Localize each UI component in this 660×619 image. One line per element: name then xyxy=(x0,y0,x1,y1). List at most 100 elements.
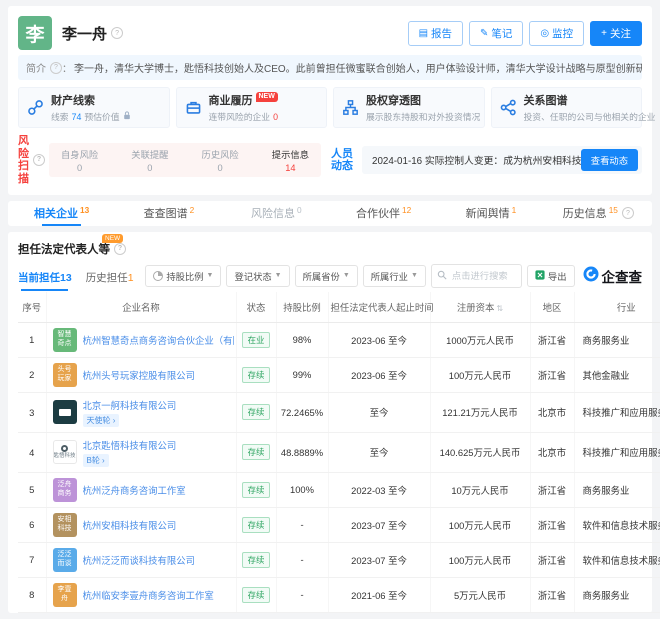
funding-round-tag[interactable]: 天使轮 › xyxy=(83,414,120,427)
section-help-icon[interactable]: ? xyxy=(114,243,126,255)
company-link[interactable]: 杭州临安李壹舟商务咨询工作室 xyxy=(83,588,214,602)
stat-card-商业履历[interactable]: 商业履历NEW连带风险的企业0 xyxy=(176,87,328,128)
cell-industry: 商务服务业 xyxy=(574,322,660,357)
logo-mark xyxy=(59,409,71,416)
subtab-当前担任[interactable]: 当前担任13 xyxy=(18,270,72,291)
table-row: 8李壹舟杭州临安李壹舟商务咨询工作室存续-2021-06 至今5万元人民币浙江省… xyxy=(18,577,660,612)
tab-label: 新闻舆情 xyxy=(466,205,510,221)
cell-capital: 100万元人民币 xyxy=(430,357,530,392)
col-header-地区: 地区 xyxy=(530,292,574,323)
tab-风险信息[interactable]: 风险信息0 xyxy=(223,201,330,226)
intro-strip: 简介 ? ： 李一舟，清华大学博士，匙悟科技创始人及CEO。此前曾担任微蜜联合创… xyxy=(18,55,642,80)
col-header-持股比例: 持股比例 xyxy=(276,292,328,323)
risk-item-自身风险[interactable]: 自身风险0 xyxy=(61,147,98,173)
cell-period: 2023-06 至今 xyxy=(328,357,430,392)
action-label: 笔记 xyxy=(491,26,512,41)
pie-icon xyxy=(153,271,163,281)
subtab-历史担任[interactable]: 历史担任1 xyxy=(86,270,134,291)
export-button[interactable]: 导出 xyxy=(527,265,575,287)
cell-ratio: - xyxy=(276,507,328,542)
status-badge: 存续 xyxy=(242,552,271,568)
funding-round-tag[interactable]: B轮 › xyxy=(83,454,109,467)
risk-item-label: 提示信息 xyxy=(272,147,309,161)
filter-登记状态[interactable]: 登记状态▼ xyxy=(226,265,289,287)
table-row: 4匙悟科技北京匙悟科技有限公司B轮 ›存续48.8889%至今140.625万元… xyxy=(18,432,660,472)
filter-所属省份[interactable]: 所属省份▼ xyxy=(295,265,358,287)
stat-card-关系图谱[interactable]: 关系图谱投资、任职的公司与他相关的企业 xyxy=(491,87,643,128)
company-link[interactable]: 杭州泛舟商务咨询工作室 xyxy=(83,483,186,497)
company-logo: 安相科技 xyxy=(53,513,77,537)
stat-subtitle: 线索74预估价值 xyxy=(51,110,131,123)
intro-help-icon[interactable]: ? xyxy=(50,62,62,74)
tab-count: 2 xyxy=(190,205,195,215)
报告-button[interactable]: ▤报告 xyxy=(408,21,463,46)
header-actions: ▤报告✎笔记◎监控+关注 xyxy=(408,21,642,46)
risk-item-关联提醒[interactable]: 关联提醒0 xyxy=(131,147,168,173)
risk-item-提示信息[interactable]: 提示信息14 xyxy=(272,147,309,173)
search-input[interactable] xyxy=(450,270,516,282)
stat-title: 股权穿透图 xyxy=(366,92,480,108)
监控-button[interactable]: ◎监控 xyxy=(529,21,584,46)
logo-line: 商务 xyxy=(58,490,72,499)
logo-dot xyxy=(61,445,68,452)
笔记-button[interactable]: ✎笔记 xyxy=(469,21,523,46)
cell-capital: 140.625万元人民币 xyxy=(430,432,530,472)
name-cell: 头号玩家杭州头号玩家控股有限公司 xyxy=(53,363,234,387)
table-row: 3北京一舸科技有限公司天使轮 ›存续72.2465%至今121.21万元人民币北… xyxy=(18,392,660,432)
stat-title: 商业履历NEW xyxy=(209,92,279,108)
company-link[interactable]: 杭州泛泛而谈科技有限公司 xyxy=(83,553,196,567)
stat-sub-part: 0 xyxy=(273,112,278,122)
stat-card-股权穿透图[interactable]: 股权穿透图展示股东持股和对外投资情况 xyxy=(333,87,485,128)
tab-count: 13 xyxy=(80,205,89,215)
company-table: 序号企业名称状态持股比例担任法定代表人起止时间注册资本⇅地区行业1智慧奇点杭州智… xyxy=(18,292,660,613)
status-badge: 存续 xyxy=(242,482,271,498)
orgchart-icon xyxy=(342,99,359,116)
name-cell: 泛舟商务杭州泛舟商务咨询工作室 xyxy=(53,478,234,502)
cell-no: 4 xyxy=(18,432,46,472)
company-logo xyxy=(53,400,77,424)
cell-status: 存续 xyxy=(236,577,276,612)
company-link[interactable]: 北京匙悟科技有限公司 xyxy=(83,438,177,452)
cell-status: 存续 xyxy=(236,507,276,542)
cell-region: 北京市 xyxy=(530,432,574,472)
logo-line: 而谈 xyxy=(58,560,72,569)
stat-card-财产线索[interactable]: 财产线索线索74预估价值 xyxy=(18,87,170,128)
tab-查查图谱[interactable]: 查查图谱2 xyxy=(115,201,222,226)
cell-name: 头号玩家杭州头号玩家控股有限公司 xyxy=(46,357,236,392)
cell-capital: 100万元人民币 xyxy=(430,542,530,577)
tab-历史信息[interactable]: 历史信息15? xyxy=(545,201,652,226)
export-label: 导出 xyxy=(548,269,567,283)
risk-help-icon[interactable]: ? xyxy=(33,154,45,166)
risk-item-value: 0 xyxy=(61,163,98,173)
view-dynamics-button[interactable]: 查看动态 xyxy=(581,149,638,171)
company-link[interactable]: 杭州安相科技有限公司 xyxy=(83,518,177,532)
risk-item-历史风险[interactable]: 历史风险0 xyxy=(202,147,239,173)
action-label: 监控 xyxy=(552,26,573,41)
company-link[interactable]: 北京一舸科技有限公司 xyxy=(83,398,177,412)
col-header-注册资本[interactable]: 注册资本⇅ xyxy=(430,292,530,323)
table-row: 6安相科技杭州安相科技有限公司存续-2023-07 至今100万元人民币浙江省软… xyxy=(18,507,660,542)
tab-相关企业[interactable]: 相关企业13 xyxy=(8,201,115,226)
cell-industry: 商务服务业 xyxy=(574,577,660,612)
关注-button[interactable]: +关注 xyxy=(590,21,642,46)
company-link[interactable]: 杭州头号玩家控股有限公司 xyxy=(83,368,196,382)
name-wrap: 杭州头号玩家控股有限公司 xyxy=(83,368,196,382)
company-link[interactable]: 杭州智慧奇点商务咨询合伙企业（有限合伙） xyxy=(83,333,234,347)
logo-line: 奇点 xyxy=(58,340,72,349)
report-icon: ▤ xyxy=(419,28,428,39)
filter-所属行业[interactable]: 所属行业▼ xyxy=(363,265,426,287)
tab-新闻舆情[interactable]: 新闻舆情1 xyxy=(437,201,544,226)
cell-period: 2023-07 至今 xyxy=(328,542,430,577)
cell-status: 在业 xyxy=(236,322,276,357)
status-badge: 存续 xyxy=(242,404,271,420)
name-help-icon[interactable]: ? xyxy=(111,27,123,39)
cell-no: 1 xyxy=(18,322,46,357)
risk-row: 风险扫描 ? 自身风险0关联提醒0历史风险0提示信息14 人员动态 2024-0… xyxy=(18,135,642,195)
qcc-logo-icon xyxy=(583,266,599,285)
profile-header-card: 李 李一舟 ? ▤报告✎笔记◎监控+关注 简介 ? ： 李一舟，清华大学博士，匙… xyxy=(8,6,652,195)
cell-region: 浙江省 xyxy=(530,472,574,507)
name-wrap: 杭州临安李壹舟商务咨询工作室 xyxy=(83,588,214,602)
filter-持股比例[interactable]: 持股比例▼ xyxy=(145,265,221,287)
status-badge: 在业 xyxy=(242,332,271,348)
tab-合作伙伴[interactable]: 合作伙伴12 xyxy=(330,201,437,226)
